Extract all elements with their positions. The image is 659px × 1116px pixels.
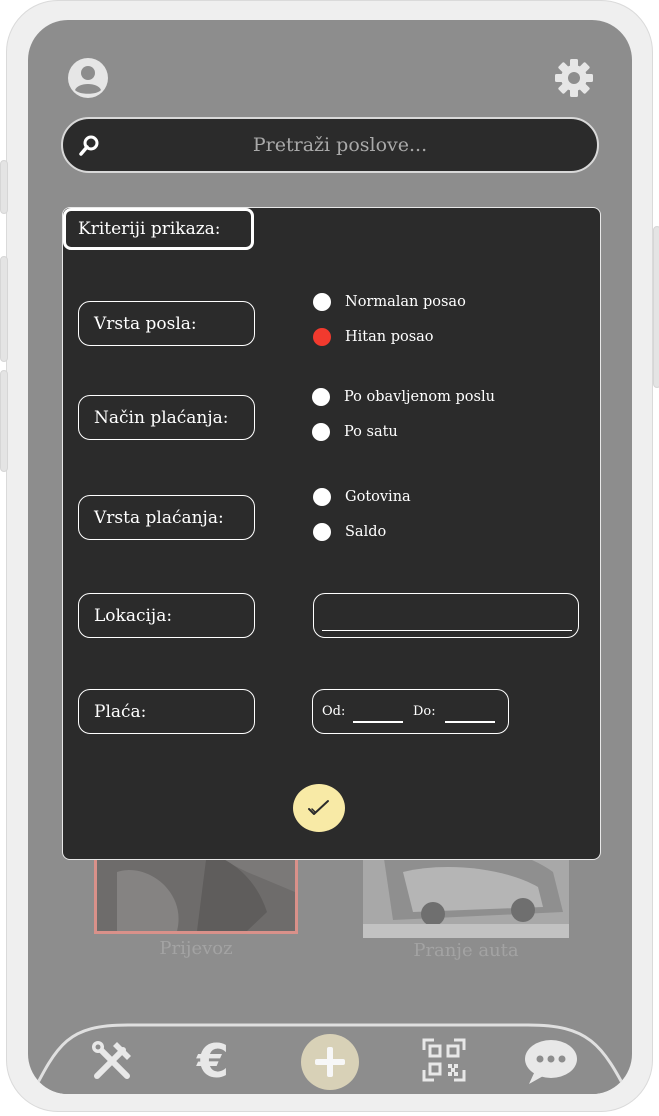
salary-to-input[interactable] xyxy=(445,721,495,723)
radio-label: Hitan posao xyxy=(345,329,434,345)
radio-dot[interactable] xyxy=(313,488,331,506)
app-screen: Pretraži poslove... Prijevoz Pranje auta… xyxy=(28,20,632,1094)
device-side-button xyxy=(0,160,8,214)
radio-dot[interactable] xyxy=(312,388,330,406)
payment-method-label: Način plaćanja: xyxy=(78,395,255,440)
radio-label: Gotovina xyxy=(345,489,411,505)
profile-icon[interactable] xyxy=(66,56,110,100)
location-input[interactable] xyxy=(313,593,579,638)
radio-normal-job[interactable]: Normalan posao xyxy=(313,293,466,311)
salary-label: Plaća: xyxy=(78,689,255,734)
device-side-button xyxy=(0,370,8,472)
radio-cash[interactable]: Gotovina xyxy=(313,488,411,506)
location-label: Lokacija: xyxy=(78,593,255,638)
radio-label: Saldo xyxy=(345,524,387,540)
gear-icon[interactable] xyxy=(552,56,596,100)
salary-from-input[interactable] xyxy=(353,721,403,723)
radio-dot[interactable] xyxy=(313,293,331,311)
radio-dot[interactable] xyxy=(313,523,331,541)
search-input[interactable]: Pretraži poslove... xyxy=(63,119,597,171)
radio-balance[interactable]: Saldo xyxy=(313,523,386,541)
radio-label: Po obavljenom poslu xyxy=(344,389,495,405)
bottom-nav: € xyxy=(28,1023,632,1094)
radio-dot[interactable] xyxy=(312,423,330,441)
filter-panel-title: Kriteriji prikaza: xyxy=(63,208,254,250)
add-icon xyxy=(315,1047,345,1077)
job-type-label: Vrsta posla: xyxy=(78,301,255,346)
job-card-caption: Prijevoz xyxy=(159,938,233,959)
salary-from-label: Od: xyxy=(322,704,346,719)
radio-label: Po satu xyxy=(344,424,398,440)
add-button[interactable] xyxy=(301,1034,359,1090)
location-underline xyxy=(322,629,572,631)
radio-dot-selected[interactable] xyxy=(313,328,331,346)
radio-urgent-job[interactable]: Hitan posao xyxy=(313,328,434,346)
chat-icon[interactable] xyxy=(522,1037,580,1087)
radio-per-hour[interactable]: Po satu xyxy=(312,423,398,441)
radio-label: Normalan posao xyxy=(345,294,466,310)
apply-filters-button[interactable] xyxy=(293,784,345,832)
device-side-button xyxy=(653,226,659,388)
search-bar[interactable]: Pretraži poslove... xyxy=(61,117,599,173)
salary-to-label: Do: xyxy=(413,704,436,719)
job-card-caption: Pranje auta xyxy=(413,940,519,961)
checkmark-icon xyxy=(308,800,329,815)
salary-range: Od: Do: xyxy=(312,689,509,734)
filter-panel: Kriteriji prikaza: Vrsta posla: Normalan… xyxy=(62,207,601,860)
tools-icon[interactable] xyxy=(88,1037,136,1085)
payment-type-label: Vrsta plaćanja: xyxy=(78,495,255,540)
device-side-button xyxy=(0,256,8,362)
qr-code-icon[interactable] xyxy=(421,1036,467,1084)
euro-icon[interactable]: € xyxy=(188,1034,238,1088)
radio-per-job[interactable]: Po obavljenom poslu xyxy=(312,388,495,406)
